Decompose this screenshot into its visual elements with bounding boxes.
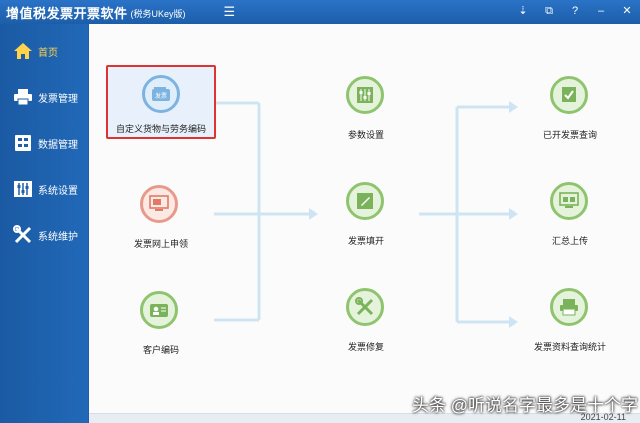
close-icon[interactable]: ✕ <box>620 2 634 20</box>
tools-icon <box>12 224 34 246</box>
node-label: 发票修复 <box>347 342 384 352</box>
node-custom-goods-code[interactable]: 发票 自定义货物与劳务编码 <box>106 65 216 139</box>
menu-icon[interactable]: ☰ <box>224 4 236 20</box>
repair-icon <box>346 288 384 326</box>
help-icon[interactable]: ? <box>568 2 582 20</box>
edit-icon <box>346 182 384 220</box>
node-label: 发票填开 <box>347 236 384 246</box>
node-customer-code[interactable]: 客户编码 <box>106 291 216 371</box>
node-invoice-repair[interactable]: 发票修复 <box>306 288 426 368</box>
sidebar-item-invoice-management[interactable]: 发票管理 <box>0 80 88 114</box>
sidebar-item-label: 首页 <box>38 47 58 59</box>
window-controls: ⇣ ⧉ ? – ✕ <box>516 2 634 20</box>
sidebar-item-system-maintenance[interactable]: 系统维护 <box>0 218 88 252</box>
sidebar-item-label: 发票管理 <box>38 93 78 105</box>
node-label: 自定义货物与劳务编码 <box>115 124 206 134</box>
node-invoice-statistics[interactable]: 发票资料查询统计 <box>510 288 630 368</box>
node-parameter-settings[interactable]: 参数设置 <box>306 76 426 156</box>
node-label: 发票资料查询统计 <box>533 342 606 352</box>
node-label: 已开发票查询 <box>542 130 597 140</box>
online-apply-icon <box>140 185 178 223</box>
restore-icon[interactable]: ⧉ <box>542 2 556 20</box>
node-label: 汇总上传 <box>551 236 588 246</box>
download-icon[interactable]: ⇣ <box>516 2 530 20</box>
sliders-icon <box>12 178 34 200</box>
wallet-icon: 发票 <box>142 75 180 113</box>
svg-text:发票: 发票 <box>155 92 167 100</box>
data-icon <box>12 132 34 154</box>
node-online-apply[interactable]: 发票网上申领 <box>106 185 216 265</box>
sidebar: 首页 发票管理 数据管理 系统设置 系统维护 <box>0 24 88 423</box>
sidebar-item-label: 系统维护 <box>38 231 78 243</box>
minimize-icon[interactable]: – <box>594 2 608 20</box>
settings-icon <box>346 76 384 114</box>
node-label: 发票网上申领 <box>133 239 188 249</box>
sidebar-item-system-settings[interactable]: 系统设置 <box>0 172 88 206</box>
home-icon <box>12 40 34 62</box>
printer-icon <box>12 86 34 108</box>
node-invoice-issue[interactable]: 发票填开 <box>306 182 426 262</box>
app-subtitle: (税务UKey版) <box>130 8 186 19</box>
node-label: 客户编码 <box>142 345 179 355</box>
sidebar-item-label: 系统设置 <box>38 185 78 197</box>
title-bar: 增值税发票开票软件 (税务UKey版) ☰ ⇣ ⧉ ? – ✕ <box>0 0 640 24</box>
app-title: 增值税发票开票软件 <box>6 5 128 21</box>
watermark-text: 头条 @听说名字最多是十个字 <box>412 396 638 415</box>
customer-icon <box>140 291 178 329</box>
sidebar-item-label: 数据管理 <box>38 139 78 151</box>
sidebar-item-home[interactable]: 首页 <box>0 34 88 68</box>
upload-icon <box>550 182 588 220</box>
sidebar-item-data-management[interactable]: 数据管理 <box>0 126 88 160</box>
node-label: 参数设置 <box>347 130 384 140</box>
node-summary-upload[interactable]: 汇总上传 <box>510 182 630 262</box>
node-issued-invoice-query[interactable]: 已开发票查询 <box>510 76 630 156</box>
statistics-icon <box>550 288 588 326</box>
invoice-search-icon <box>550 76 588 114</box>
